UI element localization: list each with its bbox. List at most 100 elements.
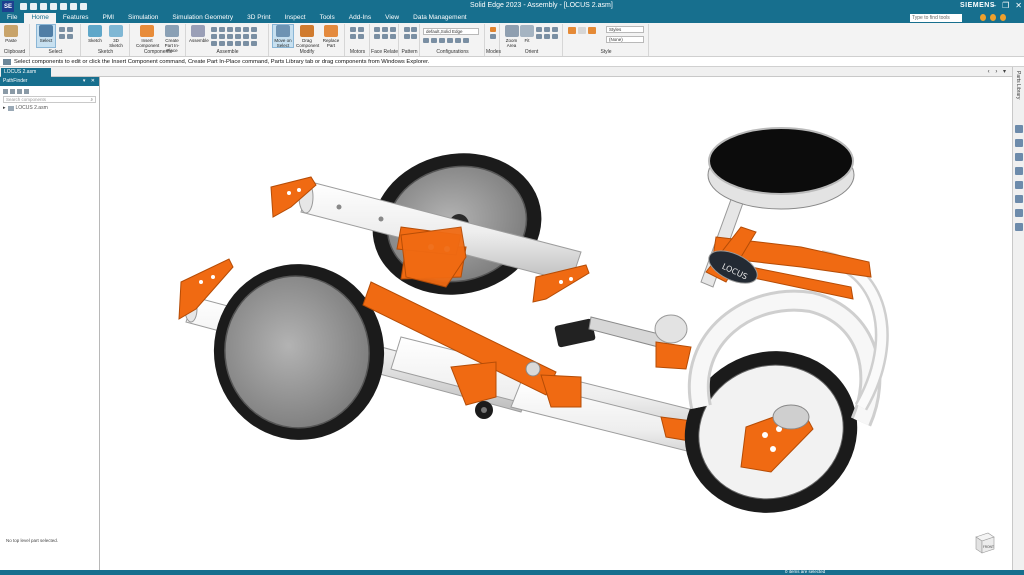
filter-icon[interactable]: [3, 88, 8, 94]
pattern-icon[interactable]: [404, 34, 410, 39]
mode-icon[interactable]: [490, 27, 496, 32]
move-on-select-button[interactable]: Move on Select: [272, 24, 294, 48]
relate-icon[interactable]: [243, 27, 249, 32]
close-button[interactable]: ✕: [1015, 1, 1022, 10]
select-tool-icon[interactable]: [59, 27, 65, 32]
pedal-crank[interactable]: [554, 314, 692, 370]
open-icon[interactable]: [30, 3, 37, 10]
relate-icon[interactable]: [211, 41, 217, 46]
shaded-edges-icon[interactable]: [588, 27, 596, 34]
select-tool-icon[interactable]: [59, 34, 65, 39]
tab-view[interactable]: View: [378, 13, 406, 23]
motor-icon[interactable]: [358, 34, 364, 39]
pattern-icon[interactable]: [411, 34, 417, 39]
view-icon[interactable]: [544, 34, 550, 39]
3d-sketch-button[interactable]: 3D Sketch: [107, 25, 125, 48]
relate-icon[interactable]: [243, 34, 249, 39]
tab-simulation[interactable]: Simulation: [121, 13, 165, 23]
pathfinder-controls[interactable]: ▾ ✕: [83, 77, 97, 86]
fit-button[interactable]: Fit: [520, 25, 534, 47]
tab-3d-print[interactable]: 3D Print: [240, 13, 277, 23]
motor-icon[interactable]: [358, 27, 364, 32]
relate-icon[interactable]: [251, 34, 257, 39]
select-tool-icon[interactable]: [67, 34, 73, 39]
layers-icon[interactable]: [1015, 153, 1023, 161]
undo-icon[interactable]: [60, 3, 67, 10]
tab-scroll-arrows[interactable]: ‹ › ▾: [988, 68, 1008, 75]
tab-pmi[interactable]: PMI: [95, 13, 121, 23]
face-relate-icon[interactable]: [374, 34, 380, 39]
search-panel-icon[interactable]: [1015, 181, 1023, 189]
new-icon[interactable]: [20, 3, 27, 10]
trike-assembly-model[interactable]: LOCUS: [101, 77, 1012, 570]
view-icon[interactable]: [544, 27, 550, 32]
relate-icon[interactable]: [211, 34, 217, 39]
replace-part-button[interactable]: Replace Part: [320, 25, 342, 48]
motor-icon[interactable]: [350, 34, 356, 39]
relate-icon[interactable]: [235, 41, 241, 46]
redo-icon[interactable]: [70, 3, 77, 10]
restore-button[interactable]: ❐: [1002, 1, 1009, 10]
view-icon[interactable]: [552, 34, 558, 39]
view-cube-icon[interactable]: FRONT: [971, 529, 997, 555]
relate-icon[interactable]: [211, 27, 217, 32]
sketch-button[interactable]: Sketch: [86, 25, 104, 47]
drag-component-button[interactable]: Drag Component: [296, 25, 319, 48]
relate-icon[interactable]: [219, 27, 225, 32]
relate-icon[interactable]: [227, 27, 233, 32]
options-icon[interactable]: [17, 88, 22, 94]
save-icon[interactable]: [40, 3, 47, 10]
tab-home[interactable]: Home: [24, 13, 56, 23]
properties-icon[interactable]: [1015, 167, 1023, 175]
select-button[interactable]: Select: [36, 24, 56, 48]
face-relate-icon[interactable]: [382, 27, 388, 32]
find-tools-input[interactable]: Type to find tools: [910, 14, 962, 22]
insert-component-button[interactable]: Insert Component: [136, 25, 159, 48]
seat-assembly[interactable]: LOCUS: [700, 127, 872, 300]
config-icon[interactable]: [463, 38, 469, 43]
pattern-icon[interactable]: [404, 27, 410, 32]
expand-arrow-icon[interactable]: ▸: [3, 105, 6, 111]
shaded-icon[interactable]: [568, 27, 576, 34]
account-icon[interactable]: [1000, 14, 1006, 21]
parts-library-tab[interactable]: Parts Library: [1015, 71, 1021, 99]
relate-icon[interactable]: [251, 27, 257, 32]
zoom-area-button[interactable]: Zoom Area: [503, 25, 520, 48]
display-icon[interactable]: [10, 88, 15, 94]
notification-icon[interactable]: [980, 14, 986, 21]
select-tool-icon[interactable]: [67, 27, 73, 32]
create-part-in-place-button[interactable]: Create Part In-Place: [161, 25, 183, 53]
customize-icon[interactable]: [80, 3, 87, 10]
app-logo-icon[interactable]: SE: [2, 1, 14, 12]
library-icon[interactable]: [1015, 195, 1023, 203]
tab-file[interactable]: File: [0, 13, 24, 23]
tab-features[interactable]: Features: [56, 13, 96, 23]
tab-simulation-geometry[interactable]: Simulation Geometry: [165, 13, 240, 23]
camera-icon[interactable]: [1015, 223, 1023, 231]
parts-library-icon[interactable]: [1015, 125, 1023, 133]
relate-icon[interactable]: [243, 41, 249, 46]
relate-icon[interactable]: [235, 34, 241, 39]
mode-icon[interactable]: [490, 34, 496, 39]
relate-icon[interactable]: [251, 41, 257, 46]
tab-add-ins[interactable]: Add-Ins: [342, 13, 378, 23]
face-relate-icon[interactable]: [382, 34, 388, 39]
config-icon[interactable]: [439, 38, 445, 43]
configuration-dropdown[interactable]: default,Solid Edge: [423, 28, 479, 35]
config-icon[interactable]: [447, 38, 453, 43]
face-relate-icon[interactable]: [374, 27, 380, 32]
settings-panel-icon[interactable]: [1015, 209, 1023, 217]
minimize-button[interactable]: –: [992, 1, 996, 10]
styles-dropdown[interactable]: Styles: [606, 26, 644, 33]
graphics-viewport[interactable]: LOCUS FRONT: [101, 77, 1012, 570]
face-relate-icon[interactable]: [390, 34, 396, 39]
wireframe-icon[interactable]: [578, 27, 586, 34]
front-left-wheel[interactable]: [200, 251, 398, 454]
config-icon[interactable]: [431, 38, 437, 43]
view-icon[interactable]: [536, 27, 542, 32]
assemble-button[interactable]: Assemble: [189, 25, 209, 47]
tab-tools[interactable]: Tools: [313, 13, 342, 23]
document-tab[interactable]: LOCUS 2.asm: [1, 68, 51, 77]
paste-button[interactable]: Paste: [2, 25, 20, 47]
help-icon[interactable]: [990, 14, 996, 21]
